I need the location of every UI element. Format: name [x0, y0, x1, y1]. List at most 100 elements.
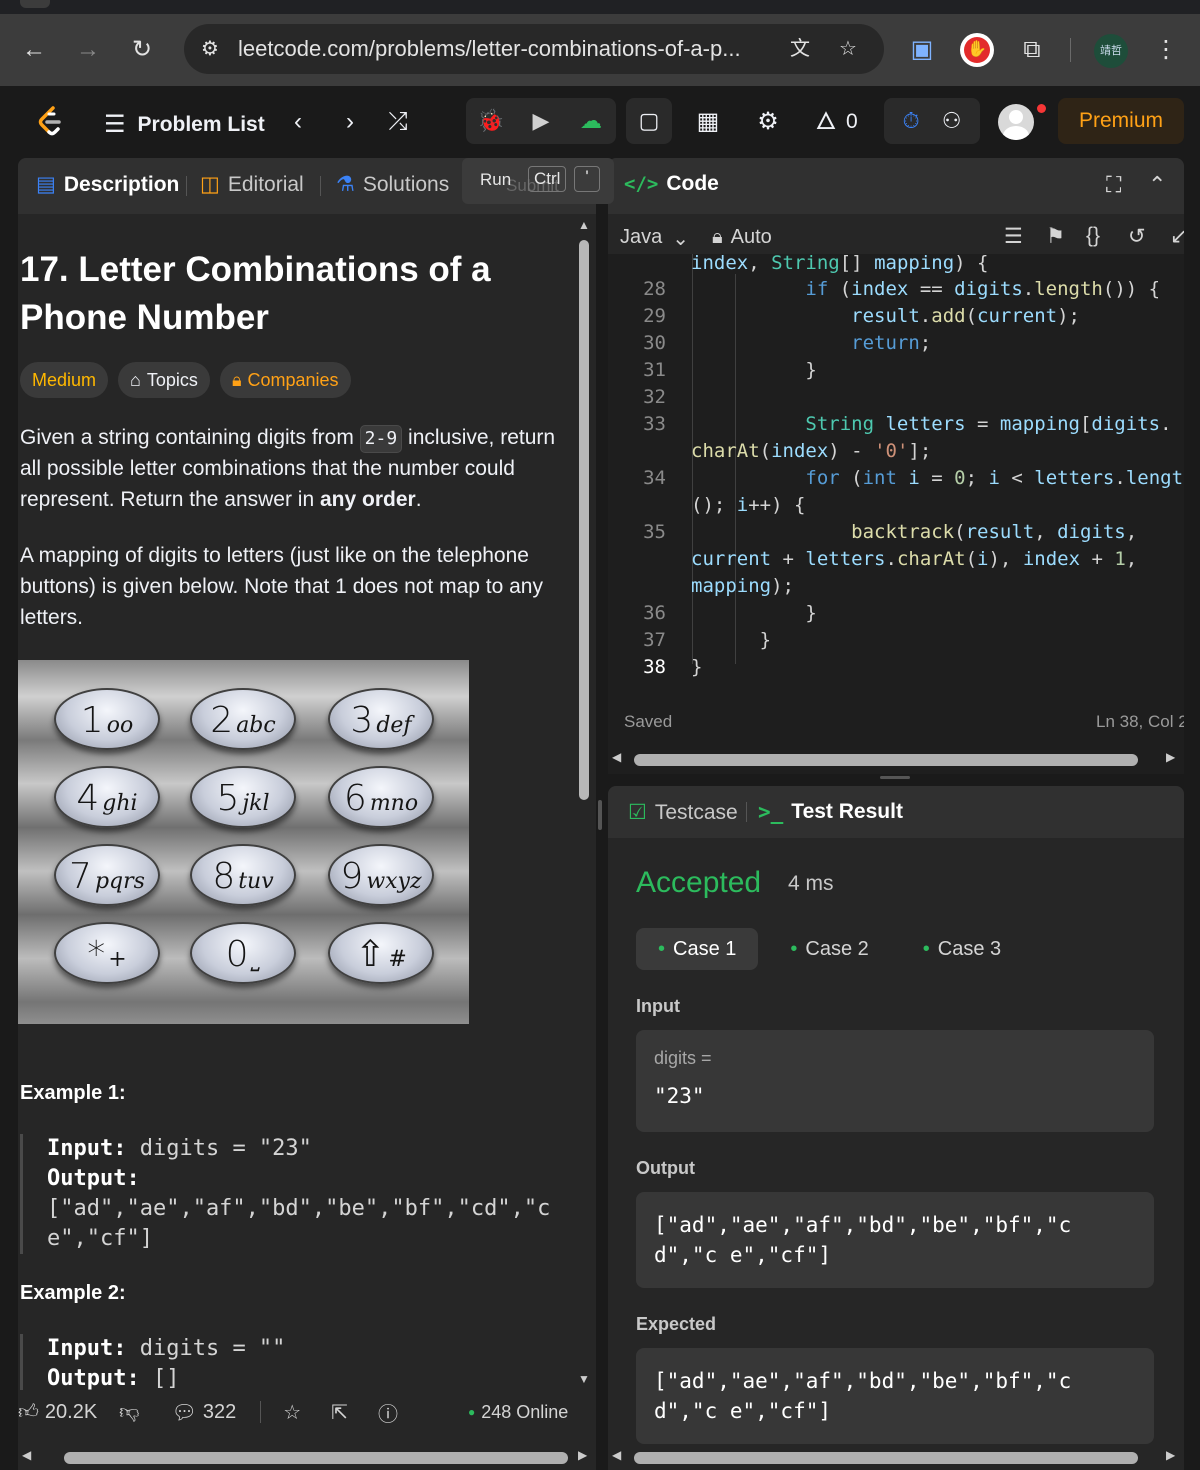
code-hscroll[interactable]: ◀ ▶	[608, 748, 1184, 770]
scroll-right-arrow[interactable]: ▶	[1166, 750, 1175, 764]
scroll-right-arrow[interactable]: ▶	[1166, 1448, 1175, 1462]
key-letters: jkl	[242, 791, 270, 816]
hscroll-thumb[interactable]	[634, 1452, 1138, 1464]
streak-fire-icon[interactable]: 🜂	[812, 108, 840, 136]
run-button[interactable]: ▶	[516, 98, 566, 144]
browser-menu-icon[interactable]: ⋮	[1154, 38, 1178, 62]
settings-gear-icon[interactable]: ⚙	[754, 108, 782, 136]
auto-mode[interactable]: 🔒︎ Auto	[712, 226, 772, 249]
leetcode-logo-icon[interactable]	[36, 106, 66, 138]
tooltip-ctrl-key: Ctrl	[528, 166, 567, 192]
tab-code[interactable]: </> Code	[624, 172, 719, 196]
prev-problem-icon[interactable]: ‹	[284, 108, 312, 136]
hscroll-thumb[interactable]	[64, 1452, 568, 1464]
premium-button[interactable]: Premium	[1058, 98, 1184, 144]
thumbs-down-icon[interactable]: 👎︎	[119, 1400, 139, 1424]
scroll-up-arrow[interactable]: ▲	[578, 218, 590, 232]
braces-icon[interactable]: {}	[1086, 224, 1100, 248]
tab-solutions[interactable]: ⚗ Solutions	[336, 172, 449, 197]
companies-button[interactable]: 🔒︎ Companies	[219, 362, 351, 398]
vertical-resize-handle[interactable]	[880, 776, 910, 779]
fullscreen-icon[interactable]: ⛶	[1106, 172, 1121, 198]
line-number: 32	[643, 386, 666, 408]
screenshot-extension-icon[interactable]: ▣	[910, 38, 934, 62]
extensions-puzzle-icon[interactable]: ⧉	[1020, 38, 1044, 62]
user-avatar[interactable]	[998, 104, 1034, 140]
difficulty-badge[interactable]: Medium	[20, 362, 109, 398]
code-area[interactable]: index, String[] mapping) { 28 if (index …	[608, 252, 1184, 704]
topics-button[interactable]: ⌂ Topics	[118, 362, 210, 398]
share-icon[interactable]: ⇱	[331, 1400, 348, 1425]
url-text[interactable]: leetcode.com/problems/letter-combination…	[238, 36, 741, 62]
panel-resize-handle[interactable]	[598, 800, 602, 830]
debug-icon[interactable]: 🐞	[466, 98, 516, 144]
favorite-star-icon[interactable]: ☆	[283, 1400, 301, 1425]
layout-icon[interactable]: ▦	[694, 108, 722, 136]
description-hscroll[interactable]: ◀ ▶	[18, 1446, 596, 1468]
likes-count[interactable]: 20.2K	[45, 1401, 97, 1424]
format-icon[interactable]: ☰	[1004, 224, 1023, 249]
tab-test-result[interactable]: >_ Test Result	[758, 800, 903, 824]
cursor-position: Ln 38, Col 2	[1096, 712, 1184, 731]
add-collaborator-icon[interactable]: ⚇	[942, 108, 962, 134]
test-hscroll[interactable]: ◀ ▶	[608, 1446, 1184, 1468]
streak-count: 0	[846, 110, 858, 133]
description-scroll-thumb[interactable]	[579, 240, 589, 800]
notes-icon[interactable]: ▢	[626, 98, 672, 144]
bookmark-icon[interactable]: ⚑	[1046, 224, 1065, 249]
profile-avatar[interactable]: 靖哲	[1094, 34, 1128, 68]
language-select[interactable]: Java ⌄	[620, 226, 689, 251]
output-box: ["ad","ae","af","bd","be","bf","cd","c e…	[636, 1192, 1154, 1288]
comments-count[interactable]: 322	[203, 1401, 236, 1424]
browser-toolbar: ← → ↻ ⚙ leetcode.com/problems/letter-com…	[0, 14, 1200, 86]
scroll-left-arrow[interactable]: ◀	[22, 1448, 31, 1462]
reload-icon[interactable]: ↻	[130, 38, 154, 62]
case-tab-2[interactable]: • Case 2	[768, 928, 890, 970]
back-icon[interactable]: ←	[22, 38, 46, 62]
next-problem-icon[interactable]: ›	[336, 108, 364, 136]
keypad-key-10: * +	[54, 922, 160, 984]
scroll-left-arrow[interactable]: ◀	[612, 750, 621, 764]
help-icon[interactable]: ⓘ	[378, 1398, 398, 1427]
scroll-left-arrow[interactable]: ◀	[612, 1448, 621, 1462]
address-bar[interactable]: ⚙ leetcode.com/problems/letter-combinati…	[184, 24, 884, 74]
example-input: digits = "23"	[126, 1136, 312, 1161]
test-tabbar: ☑ Testcase >_ Test Result	[608, 786, 1184, 838]
browser-tab[interactable]	[20, 0, 50, 8]
tab-description[interactable]: ▤ Description	[36, 172, 179, 197]
case-tab-1[interactable]: • Case 1	[636, 928, 759, 970]
submit-button[interactable]: ☁	[566, 98, 616, 144]
shuffle-icon[interactable]: ⤮	[384, 108, 412, 136]
comment-icon[interactable]: 💬︎	[171, 1400, 196, 1425]
run-controls: 🐞 ▶ ☁	[466, 98, 616, 144]
tab-editorial-label: Editorial	[227, 172, 304, 196]
tab-testcase[interactable]: ☑ Testcase	[628, 800, 738, 825]
reset-icon[interactable]: ↺	[1128, 224, 1146, 249]
tab-editorial[interactable]: ◫ Editorial	[200, 172, 304, 197]
example-1-block: Input: digits = "23" Output: ["ad","ae",…	[20, 1134, 560, 1254]
problem-title: 17. Letter Combinations of a Phone Numbe…	[20, 250, 491, 337]
timer-icon[interactable]: ⏱	[903, 108, 920, 134]
key-letters: ᴏᴏ	[106, 713, 134, 738]
case-label: Case 2	[805, 938, 869, 960]
thumbs-up-icon[interactable]: 👍︎	[18, 1400, 39, 1424]
scroll-right-arrow[interactable]: ▶	[578, 1448, 587, 1462]
case-tab-3[interactable]: • Case 3	[901, 928, 1023, 970]
line-number: 35	[643, 521, 666, 543]
forward-icon[interactable]: →	[76, 38, 100, 62]
example-1-heading: Example 1:	[20, 1082, 126, 1104]
problem-list-link[interactable]: ☰ Problem List	[104, 110, 265, 139]
scroll-down-arrow[interactable]: ▼	[578, 1372, 590, 1386]
hscroll-thumb[interactable]	[634, 754, 1138, 766]
bookmark-star-icon[interactable]: ☆	[836, 37, 860, 61]
translate-icon[interactable]: 文	[788, 37, 812, 61]
input-label: Input:	[47, 1136, 127, 1161]
key-digit: 3	[350, 700, 374, 741]
problem-tags: Medium ⌂ Topics 🔒︎ Companies	[20, 362, 351, 398]
key-digit: 1	[80, 700, 104, 741]
site-settings-icon[interactable]: ⚙	[198, 37, 222, 61]
expand-icon[interactable]: ↙	[1170, 224, 1184, 249]
adblock-extension-icon[interactable]: ✋	[960, 33, 994, 67]
description-panel: ▤ Description ◫ Editorial ⚗ Solutions 17…	[18, 158, 596, 1470]
collapse-chevron-icon[interactable]: ⌃	[1148, 172, 1166, 198]
